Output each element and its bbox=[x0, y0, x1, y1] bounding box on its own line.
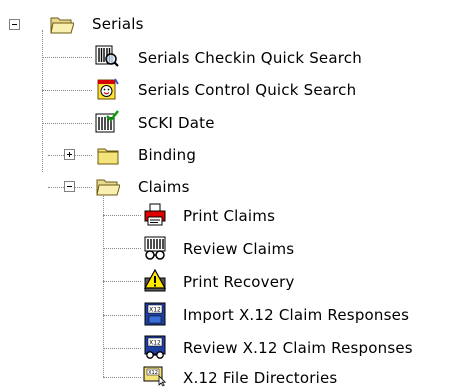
tree-node-label: Review X.12 Claim Responses bbox=[183, 339, 413, 357]
tree-connector bbox=[103, 377, 141, 378]
x12-directory-icon: X12 bbox=[143, 366, 167, 387]
navigation-tree: Serials Serials Checkin Quick Search Ser… bbox=[0, 0, 474, 391]
svg-text:X12: X12 bbox=[149, 340, 161, 347]
tree-connector bbox=[103, 215, 141, 216]
tree-node-label: X.12 File Directories bbox=[183, 369, 338, 387]
tree-node-label: Claims bbox=[138, 178, 190, 196]
tree-node-label: SCKI Date bbox=[138, 114, 215, 132]
tree-connector bbox=[42, 57, 92, 58]
barcode-glasses-icon bbox=[144, 236, 166, 260]
tree-node-label: Review Claims bbox=[183, 240, 295, 258]
tree-connector bbox=[103, 196, 104, 377]
tree-node-label: Print Claims bbox=[183, 207, 276, 225]
closed-folder-icon bbox=[97, 148, 119, 165]
collapse-toggle[interactable] bbox=[64, 181, 75, 192]
x12-review-icon: X12 bbox=[144, 335, 166, 359]
tree-connector bbox=[103, 348, 141, 349]
expand-toggle[interactable] bbox=[64, 149, 75, 160]
warning-printer-icon bbox=[143, 269, 167, 292]
x12-import-icon: X12 bbox=[144, 302, 166, 326]
svg-text:X12: X12 bbox=[148, 370, 158, 376]
tree-node-label: Serials Control Quick Search bbox=[138, 81, 357, 99]
tree-connector bbox=[103, 248, 141, 249]
tree-connector bbox=[42, 90, 92, 91]
tree-node-label: Binding bbox=[138, 146, 197, 164]
open-folder-icon bbox=[96, 179, 120, 196]
svg-text:X12: X12 bbox=[149, 307, 161, 314]
collapse-toggle[interactable] bbox=[9, 19, 20, 30]
tree-connector bbox=[42, 30, 43, 172]
tree-node-label: Import X.12 Claim Responses bbox=[183, 306, 410, 324]
calendar-smiley-icon bbox=[97, 78, 119, 100]
barcode-check-icon bbox=[95, 110, 119, 133]
tree-node-label: Serials bbox=[92, 15, 144, 33]
barcode-magnifier-icon bbox=[95, 45, 119, 67]
open-folder-icon bbox=[50, 17, 74, 34]
tree-connector bbox=[42, 123, 92, 124]
tree-connector bbox=[103, 315, 141, 316]
printer-icon bbox=[144, 203, 166, 226]
tree-connector bbox=[103, 281, 141, 282]
tree-node-label: Serials Checkin Quick Search bbox=[138, 49, 362, 67]
tree-node-label: Print Recovery bbox=[183, 273, 295, 291]
